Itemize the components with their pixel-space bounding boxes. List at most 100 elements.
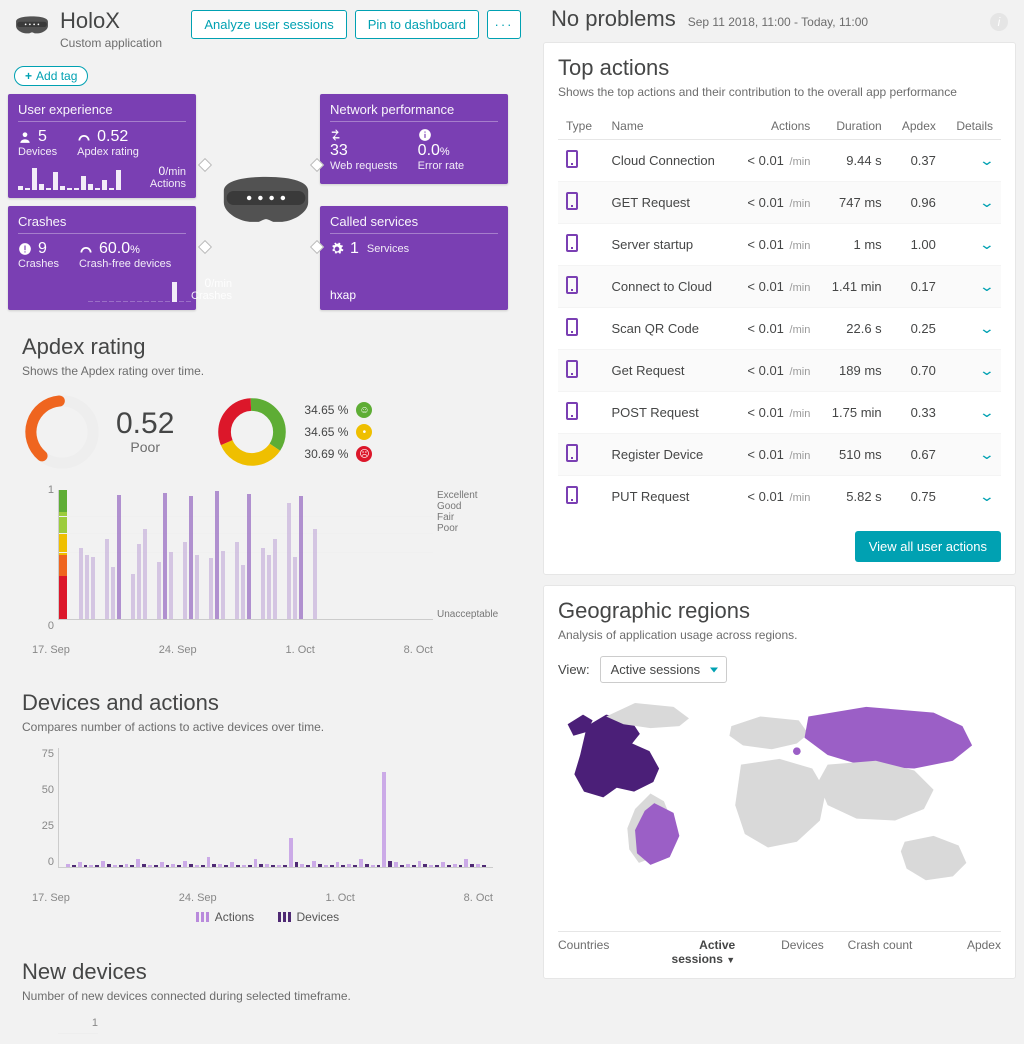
error-rate-label: Error rate xyxy=(418,160,464,172)
actions-rate-label: Actions xyxy=(150,178,186,190)
tile-crashes[interactable]: Crashes 9 Crashes 60.0% xyxy=(8,206,196,310)
legend-actions: Actions xyxy=(215,910,254,924)
action-apdex: 0.67 xyxy=(890,434,944,476)
band-label: Good xyxy=(437,501,513,512)
chevron-down-icon[interactable]: ⌄ xyxy=(979,152,995,169)
th-type[interactable]: Type xyxy=(558,113,604,140)
table-row[interactable]: GET Request< 0.01 /min747 ms0.96⌄ xyxy=(558,182,1001,224)
table-row[interactable]: POST Request< 0.01 /min1.75 min0.33⌄ xyxy=(558,392,1001,434)
tile-called-services[interactable]: Called services 1 Services hxap xyxy=(320,206,508,310)
action-duration: 1.75 min xyxy=(818,392,889,434)
table-row[interactable]: Register Device< 0.01 /min510 ms0.67⌄ xyxy=(558,434,1001,476)
legend-devices: Devices xyxy=(297,910,340,924)
th-name[interactable]: Name xyxy=(604,113,733,140)
region-dot[interactable] xyxy=(793,747,801,755)
geo-th-apdex[interactable]: Apdex xyxy=(912,938,1001,966)
apdex-value: 0.52 xyxy=(97,128,128,146)
th-actions[interactable]: Actions xyxy=(733,113,818,140)
info-icon[interactable]: i xyxy=(990,13,1008,31)
chevron-down-icon[interactable]: ⌄ xyxy=(979,404,995,421)
geo-view-select[interactable]: Active sessions xyxy=(600,656,728,683)
action-apdex: 0.17 xyxy=(890,266,944,308)
pin-dashboard-button[interactable]: Pin to dashboard xyxy=(355,10,479,39)
table-row[interactable]: Get Request< 0.01 /min189 ms0.70⌄ xyxy=(558,350,1001,392)
table-row[interactable]: PUT Request< 0.01 /min5.82 s0.75⌄ xyxy=(558,476,1001,518)
region-europe[interactable] xyxy=(729,717,808,750)
action-name: PUT Request xyxy=(604,476,733,518)
top-actions-panel: Top actions Shows the top actions and th… xyxy=(543,42,1016,575)
region-russia[interactable] xyxy=(805,707,973,769)
chevron-down-icon[interactable]: ⌄ xyxy=(979,236,995,253)
region-australia[interactable] xyxy=(901,836,966,880)
x-label: 24. Sep xyxy=(179,892,217,904)
th-details[interactable]: Details xyxy=(944,113,1001,140)
apdex-donut xyxy=(214,394,290,470)
action-name: Scan QR Code xyxy=(604,308,733,350)
y-label: 1 xyxy=(48,484,54,496)
y-label: 75 xyxy=(42,748,54,760)
region-asia[interactable] xyxy=(818,761,934,821)
legend-bad-value: 30.69 % xyxy=(304,447,348,461)
x-label: 8. Oct xyxy=(404,644,433,656)
action-apdex: 0.37 xyxy=(890,140,944,182)
geo-th-devices[interactable]: Devices xyxy=(735,938,824,966)
action-duration: 1.41 min xyxy=(818,266,889,308)
view-all-actions-button[interactable]: View all user actions xyxy=(855,531,1001,562)
action-name: Cloud Connection xyxy=(604,140,733,182)
app-hub-icon xyxy=(216,170,316,240)
x-label: 24. Sep xyxy=(159,644,197,656)
chevron-down-icon[interactable]: ⌄ xyxy=(979,488,995,505)
band-label: Fair xyxy=(437,512,513,523)
devices-subtitle: Compares number of actions to active dev… xyxy=(22,720,513,734)
chevron-down-icon[interactable]: ⌄ xyxy=(979,278,995,295)
add-tag-button[interactable]: + Add tag xyxy=(14,66,88,86)
geo-th-countries[interactable]: Countries xyxy=(558,938,647,966)
y-label: 1 xyxy=(58,1017,98,1034)
table-row[interactable]: Server startup< 0.01 /min1 ms1.00⌄ xyxy=(558,224,1001,266)
chevron-down-icon[interactable]: ⌄ xyxy=(979,362,995,379)
y-label: 25 xyxy=(42,820,54,832)
chevron-down-icon[interactable]: ⌄ xyxy=(979,194,995,211)
action-rate: < 0.01 /min xyxy=(733,308,818,350)
action-duration: 747 ms xyxy=(818,182,889,224)
x-label: 17. Sep xyxy=(32,892,70,904)
th-apdex[interactable]: Apdex xyxy=(890,113,944,140)
chevron-down-icon[interactable]: ⌄ xyxy=(979,446,995,463)
gauge-icon xyxy=(77,130,91,144)
analyze-sessions-button[interactable]: Analyze user sessions xyxy=(191,10,346,39)
more-menu-button[interactable]: ··· xyxy=(487,10,521,39)
new-devices-title: New devices xyxy=(22,959,513,985)
th-duration[interactable]: Duration xyxy=(818,113,889,140)
mobile-icon xyxy=(566,150,578,168)
table-row[interactable]: Scan QR Code< 0.01 /min22.6 s0.25⌄ xyxy=(558,308,1001,350)
table-row[interactable]: Cloud Connection< 0.01 /min9.44 s0.37⌄ xyxy=(558,140,1001,182)
band-label: Excellent xyxy=(437,490,513,501)
legend-good-value: 34.65 % xyxy=(304,403,348,417)
action-rate: < 0.01 /min xyxy=(733,182,818,224)
band-label: Poor xyxy=(437,523,513,534)
x-label: 17. Sep xyxy=(32,644,70,656)
world-map[interactable] xyxy=(558,693,1001,923)
tile-user-experience[interactable]: User experience 5 Devices 0.52 xyxy=(8,94,196,198)
action-rate: < 0.01 /min xyxy=(733,224,818,266)
crashes-label: Crashes xyxy=(18,258,59,270)
spark-crash xyxy=(88,278,191,302)
error-rate-unit: % xyxy=(440,146,450,158)
top-actions-table: Type Name Actions Duration Apdex Details… xyxy=(558,113,1001,517)
tile-title: User experience xyxy=(18,102,186,122)
tile-network-performance[interactable]: Network performance 33 Web requests 0.0% xyxy=(320,94,508,184)
crash-rate-unit: /min xyxy=(211,278,232,290)
chevron-down-icon[interactable]: ⌄ xyxy=(979,320,995,337)
apdex-gauge-value: 0.52 xyxy=(116,409,174,439)
geo-th-crash[interactable]: Crash count xyxy=(824,938,913,966)
apdex-gauge-label: Poor xyxy=(116,439,174,455)
y-label: 0 xyxy=(48,856,54,868)
apdex-chart: 10 Excellent Good Fair Poor Unacceptable xyxy=(58,490,513,640)
mobile-icon xyxy=(566,360,578,378)
geo-th-active[interactable]: Active sessions ▼ xyxy=(647,938,736,966)
table-row[interactable]: Connect to Cloud< 0.01 /min1.41 min0.17⌄ xyxy=(558,266,1001,308)
region-africa[interactable] xyxy=(735,759,826,848)
services-count: 1 xyxy=(350,240,359,258)
mobile-icon xyxy=(566,318,578,336)
spark-ux xyxy=(18,166,121,190)
